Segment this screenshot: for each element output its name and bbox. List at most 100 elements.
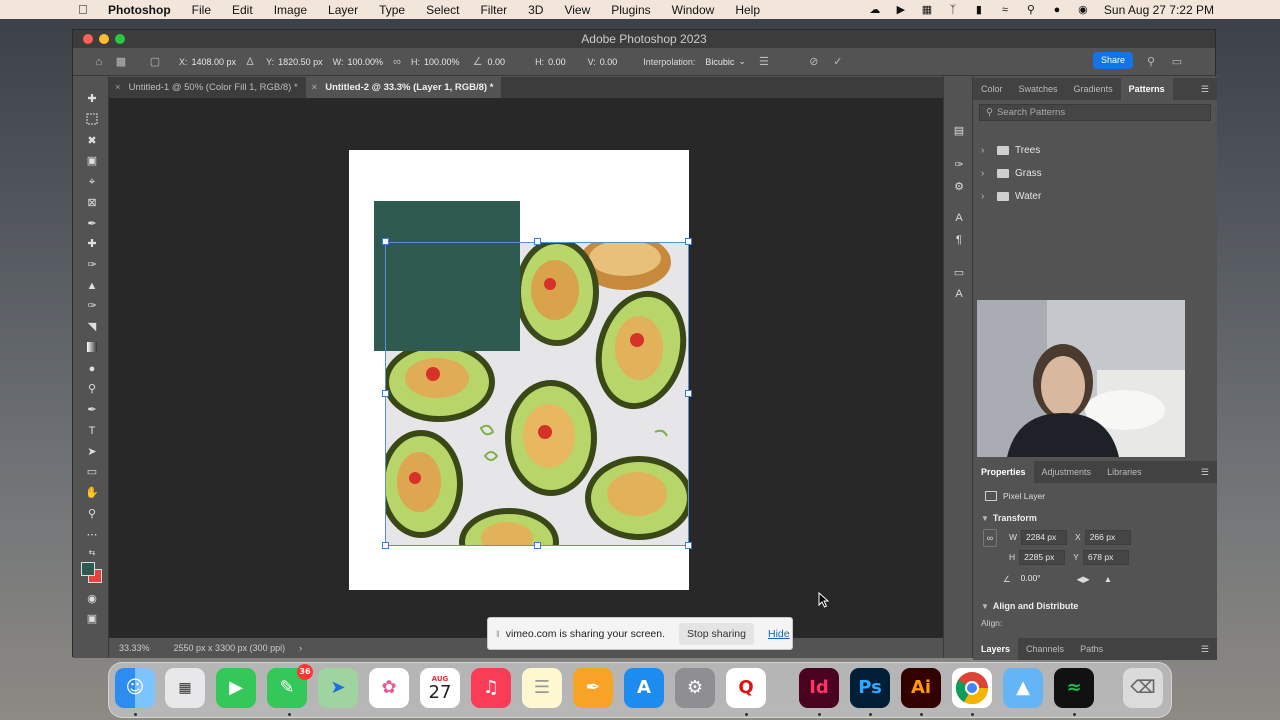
workspace-icon[interactable]: ▭ bbox=[1169, 55, 1185, 68]
dodge-tool-icon[interactable]: ⚲ bbox=[83, 380, 101, 398]
menu-select[interactable]: Select bbox=[426, 3, 459, 17]
menu-edit[interactable]: Edit bbox=[232, 3, 253, 17]
menu-3d[interactable]: 3D bbox=[528, 3, 543, 17]
finder-dock-icon[interactable]: ☺ bbox=[115, 668, 155, 708]
layer-x-field[interactable]: 266 px bbox=[1084, 529, 1131, 545]
zoom-window-button[interactable] bbox=[115, 34, 125, 44]
apple-menu-icon[interactable]:  bbox=[78, 2, 94, 17]
facetime-dock-icon[interactable]: ▶ bbox=[216, 668, 256, 708]
app-store-dock-icon[interactable]: A bbox=[624, 668, 664, 708]
pen-tool-icon[interactable]: ✒ bbox=[83, 401, 101, 419]
control-center-icon[interactable]: ● bbox=[1050, 4, 1064, 16]
more-tools-icon[interactable]: ⋯ bbox=[83, 526, 101, 544]
blur-tool-icon[interactable]: ● bbox=[83, 360, 101, 378]
foreground-color-swatch[interactable] bbox=[81, 562, 95, 576]
layer-height-field[interactable]: 2285 px bbox=[1019, 549, 1066, 565]
tab-gradients[interactable]: Gradients bbox=[1066, 78, 1121, 100]
brush-settings-icon[interactable]: ✑ bbox=[952, 158, 966, 172]
spotify-dock-icon[interactable]: ≈ bbox=[1054, 668, 1094, 708]
tab-paths[interactable]: Paths bbox=[1072, 638, 1111, 660]
rotation-field[interactable]: 0.00° bbox=[1017, 572, 1057, 587]
menu-filter[interactable]: Filter bbox=[480, 3, 507, 17]
search-icon[interactable]: ⚲ bbox=[1143, 55, 1159, 68]
y-field[interactable]: Y: 1820.50 px bbox=[266, 57, 323, 67]
drag-handle-icon[interactable]: ‖ bbox=[496, 629, 500, 639]
vskew-field[interactable]: V: 0.00 bbox=[588, 57, 618, 67]
height-field[interactable]: H: 100.00% bbox=[411, 57, 460, 67]
indesign-dock-icon[interactable]: Id bbox=[799, 668, 839, 708]
layer-width-field[interactable]: 2284 px bbox=[1021, 529, 1068, 545]
hand-tool-icon[interactable]: ✋ bbox=[83, 484, 101, 502]
preview-dock-icon[interactable]: ▲ bbox=[1003, 668, 1043, 708]
interpolation-select[interactable]: Interpolation: Bicubic ⌄ bbox=[643, 56, 746, 67]
transform-handle-bc[interactable] bbox=[534, 542, 541, 549]
transform-handle-bl[interactable] bbox=[382, 542, 389, 549]
path-selection-tool-icon[interactable]: ➤ bbox=[83, 443, 101, 461]
clone-stamp-tool-icon[interactable]: ▲ bbox=[83, 277, 101, 295]
maps-dock-icon[interactable]: ➤ bbox=[318, 668, 358, 708]
frame-tool-icon[interactable]: ⊠ bbox=[83, 194, 101, 212]
notes-dock-icon[interactable]: ☰ bbox=[522, 668, 562, 708]
transform-tool-preset-icon[interactable]: ▩ bbox=[113, 55, 129, 68]
align-section-header[interactable]: ▼ Align and Distribute bbox=[973, 597, 1217, 615]
stop-sharing-button[interactable]: Stop sharing bbox=[679, 622, 754, 645]
menu-app[interactable]: Photoshop bbox=[108, 3, 171, 17]
brush-tool-icon[interactable]: ✑ bbox=[83, 256, 101, 274]
glyphs-icon[interactable]: ▭ bbox=[952, 266, 966, 280]
tab-swatches[interactable]: Swatches bbox=[1011, 78, 1066, 100]
tab-channels[interactable]: Channels bbox=[1018, 638, 1072, 660]
zoom-level[interactable]: 33.33% bbox=[119, 643, 150, 653]
close-window-button[interactable] bbox=[83, 34, 93, 44]
pattern-folder-grass[interactable]: › Grass bbox=[973, 162, 1217, 185]
transform-handle-mr[interactable] bbox=[685, 390, 692, 397]
illustrator-dock-icon[interactable]: Ai bbox=[901, 668, 941, 708]
menu-image[interactable]: Image bbox=[274, 3, 307, 17]
minimize-window-button[interactable] bbox=[99, 34, 109, 44]
gradient-tool-icon[interactable] bbox=[83, 339, 101, 357]
siri-icon[interactable]: ◉ bbox=[1076, 4, 1090, 16]
zoom-tool-icon[interactable]: ⚲ bbox=[83, 505, 101, 523]
transform-handle-tl[interactable] bbox=[382, 238, 389, 245]
battery-icon[interactable]: ▮ bbox=[972, 4, 986, 16]
lasso-tool-icon[interactable]: ✖ bbox=[83, 132, 101, 150]
hide-banner-link[interactable]: Hide bbox=[768, 628, 790, 640]
move-tool-icon[interactable]: ✚ bbox=[83, 90, 101, 108]
menu-plugins[interactable]: Plugins bbox=[611, 3, 650, 17]
search-patterns-input[interactable]: ⚲ Search Patterns bbox=[979, 104, 1211, 121]
chrome-dock-icon[interactable] bbox=[952, 668, 992, 708]
creative-cloud-icon[interactable]: ☁ bbox=[868, 4, 882, 16]
layer-y-field[interactable]: 678 px bbox=[1082, 549, 1129, 565]
close-tab-icon[interactable]: × bbox=[115, 77, 121, 98]
paragraph-panel-icon[interactable]: ¶ bbox=[952, 234, 966, 248]
menu-window[interactable]: Window bbox=[672, 3, 715, 17]
launchpad-dock-icon[interactable]: ▦ bbox=[165, 668, 205, 708]
transform-handle-ml[interactable] bbox=[382, 390, 389, 397]
transform-handle-br[interactable] bbox=[685, 542, 692, 549]
menu-type[interactable]: Type bbox=[379, 3, 405, 17]
status-chevron-icon[interactable]: › bbox=[299, 643, 302, 653]
transform-bounding-box[interactable] bbox=[385, 242, 689, 546]
angle-field[interactable]: 0.00 bbox=[488, 57, 506, 67]
object-selection-tool-icon[interactable]: ▣ bbox=[83, 152, 101, 170]
history-brush-tool-icon[interactable]: ✑ bbox=[83, 297, 101, 315]
document-info[interactable]: 2550 px x 3300 px (300 ppi) bbox=[174, 643, 286, 653]
menu-layer[interactable]: Layer bbox=[328, 3, 358, 17]
transform-handle-tc[interactable] bbox=[534, 238, 541, 245]
close-tab-icon[interactable]: × bbox=[312, 77, 318, 98]
menubar-clock[interactable]: Sun Aug 27 7:22 PM bbox=[1104, 3, 1214, 17]
hskew-field[interactable]: H: 0.00 bbox=[535, 57, 566, 67]
history-panel-icon[interactable]: ▤ bbox=[952, 124, 966, 138]
bluetooth-icon[interactable]: ᛉ bbox=[946, 4, 960, 16]
reference-point-icon[interactable]: ▢ bbox=[147, 55, 163, 68]
photoshop-dock-icon[interactable]: Ps bbox=[850, 668, 890, 708]
type-tool-icon[interactable]: T bbox=[83, 422, 101, 440]
tab-untitled-1[interactable]: × Untitled-1 @ 50% (Color Fill 1, RGB/8) … bbox=[109, 77, 306, 98]
width-field[interactable]: W: 100.00% bbox=[333, 57, 383, 67]
wifi-icon[interactable]: ≈ bbox=[998, 4, 1012, 16]
tab-adjustments[interactable]: Adjustments bbox=[1034, 461, 1100, 483]
system-settings-dock-icon[interactable]: ⚙ bbox=[675, 668, 715, 708]
link-dimensions-icon[interactable]: ∞ bbox=[983, 529, 997, 547]
adjustments-icon[interactable]: ⚙ bbox=[952, 180, 966, 194]
commit-transform-icon[interactable]: ✓ bbox=[830, 55, 846, 68]
character-panel-icon[interactable]: A bbox=[952, 212, 966, 226]
